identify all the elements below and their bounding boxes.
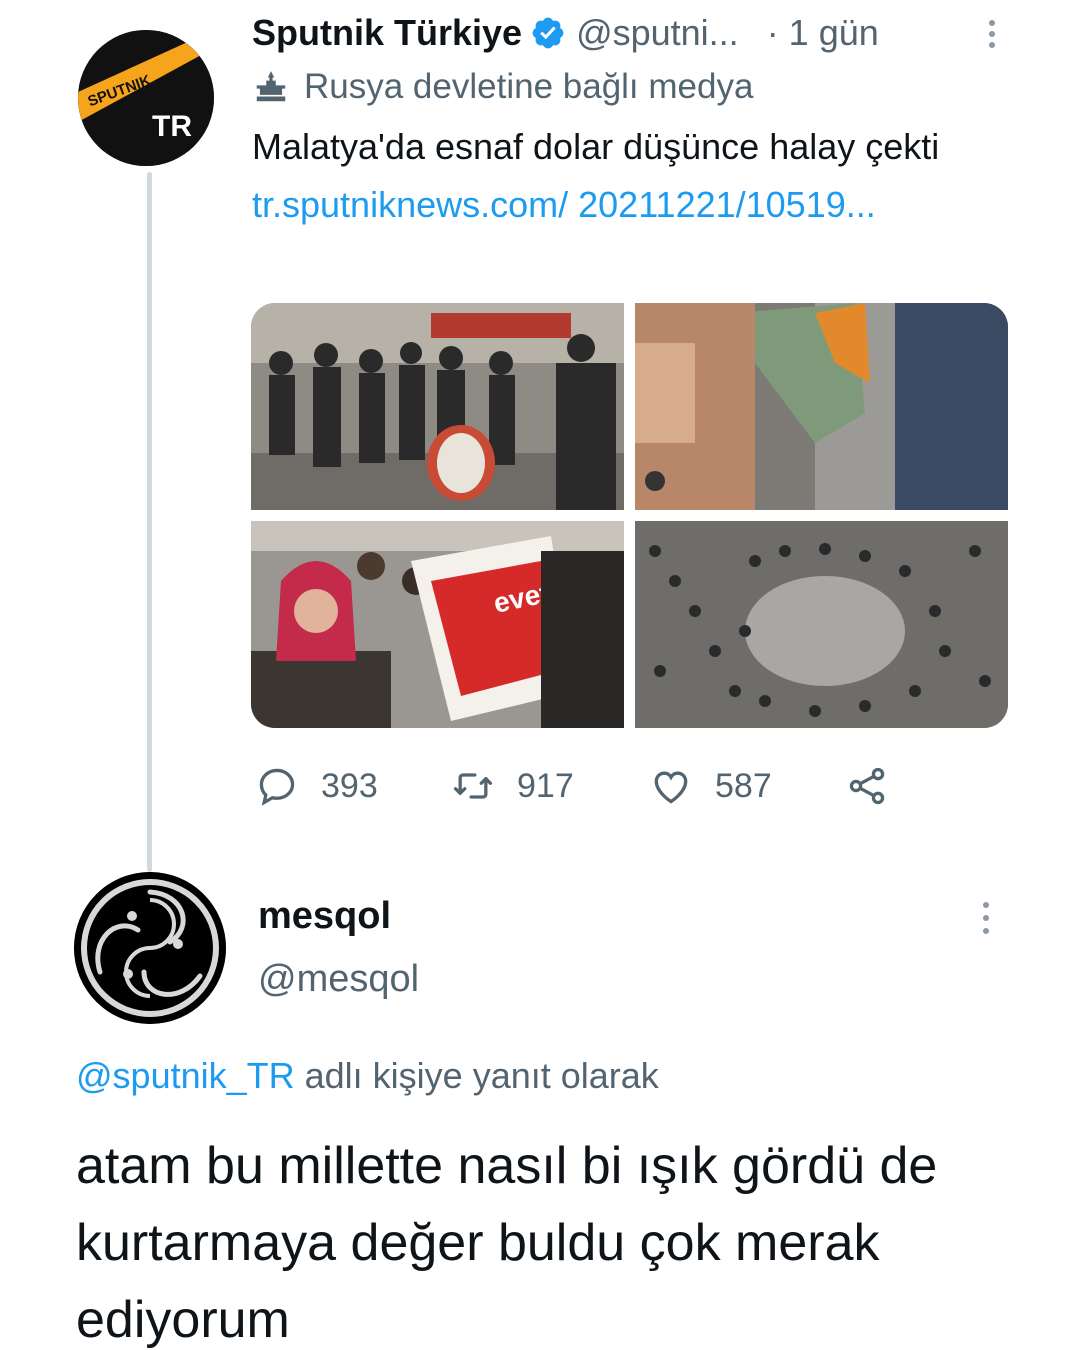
tweet: Sputnik Türkiye @sputni... · 1 gün Rusya… xyxy=(252,10,1012,234)
like-count: 587 xyxy=(715,766,772,805)
thread-connector-line xyxy=(147,172,152,872)
reply-context: @sputnik_TR adlı kişiye yanıt olarak xyxy=(76,1055,659,1097)
media-photo-burning-dollar[interactable] xyxy=(635,303,1008,510)
sputnik-avatar[interactable]: SPUTNIK TR xyxy=(78,30,214,166)
mesqol-avatar[interactable] xyxy=(74,872,226,1024)
heart-icon xyxy=(654,771,688,804)
state-media-label-text: Rusya devletine bağlı medya xyxy=(304,67,754,106)
like-button[interactable]: 587 xyxy=(649,764,772,808)
media-photo-poster[interactable]: evet xyxy=(251,521,624,728)
reply-count: 393 xyxy=(321,766,378,805)
retweet-button[interactable]: 917 xyxy=(451,764,574,808)
reply-icon xyxy=(259,768,295,806)
government-building-icon xyxy=(256,71,286,102)
share-button[interactable] xyxy=(845,764,889,808)
tweet-link[interactable]: tr.sputniknews.com/ 20211221/10519... xyxy=(252,184,876,225)
tweet-body: Malatya'da esnaf dolar düşünce halay çek… xyxy=(252,118,1012,234)
tweet-timestamp[interactable]: · 1 gün xyxy=(767,12,879,54)
author-display-name[interactable]: Sputnik Türkiye xyxy=(252,12,522,54)
tweet-actions: 393 917 587 xyxy=(255,760,905,812)
reply-display-name[interactable]: mesqol xyxy=(258,895,391,938)
avatar-text-bottom: TR xyxy=(152,110,192,143)
reply-context-text: adlı kişiye yanıt olarak xyxy=(294,1055,659,1096)
state-media-label[interactable]: Rusya devletine bağlı medya xyxy=(252,60,1012,114)
media-grid: evet xyxy=(251,303,1008,728)
author-handle[interactable]: @sputni... xyxy=(576,12,739,54)
reply-handle[interactable]: @mesqol xyxy=(258,958,419,1001)
reply-button[interactable]: 393 xyxy=(255,764,378,808)
retweet-count: 917 xyxy=(517,766,574,805)
tweet-header: Sputnik Türkiye @sputni... · 1 gün xyxy=(252,10,1012,56)
more-options-icon[interactable] xyxy=(980,16,1004,52)
reply-more-options-icon[interactable] xyxy=(974,898,998,938)
media-photo-crowd-aerial[interactable] xyxy=(635,521,1008,728)
reply-context-mention[interactable]: @sputnik_TR xyxy=(76,1055,295,1096)
retweet-icon xyxy=(453,773,493,799)
tweet-text: Malatya'da esnaf dolar düşünce halay çek… xyxy=(252,126,940,167)
reply-text: atam bu millette nasıl bi ışık gördü de … xyxy=(76,1137,938,1349)
share-icon xyxy=(849,767,885,805)
verified-badge-icon xyxy=(530,15,566,51)
media-photo-halay-drummer[interactable] xyxy=(251,303,624,510)
